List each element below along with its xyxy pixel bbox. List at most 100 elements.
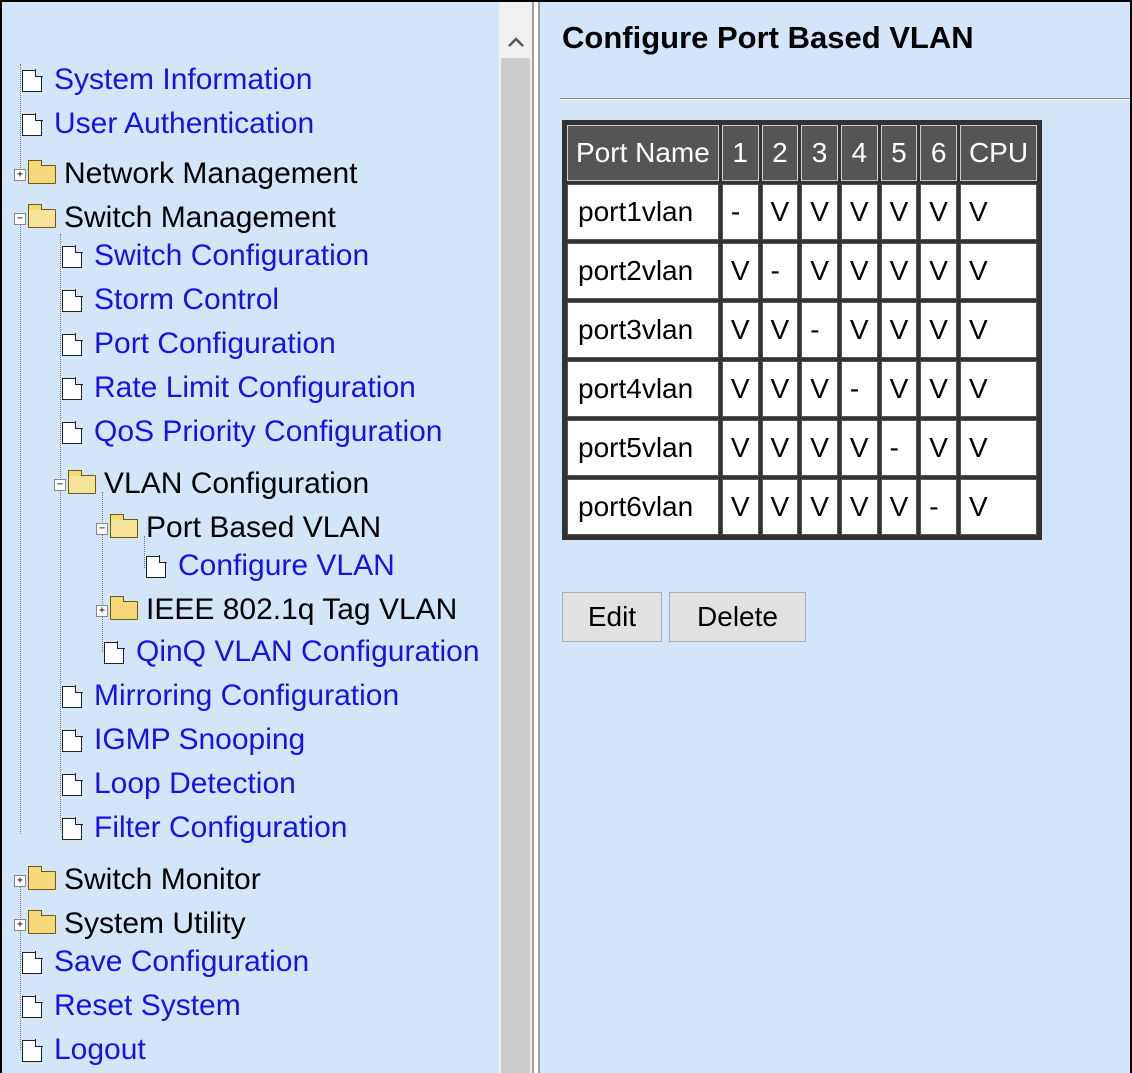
edit-button[interactable]: Edit (562, 592, 662, 642)
tree-item-label[interactable]: IEEE 802.1q Tag VLAN (146, 593, 457, 627)
tree-folder-switch-management[interactable]: Switch Management (26, 198, 336, 238)
tree-item-reset-system[interactable]: Reset System (16, 986, 241, 1026)
page-icon (16, 947, 50, 977)
membership-cell: V (840, 479, 878, 535)
page-icon (56, 725, 90, 755)
column-header: 4 (840, 125, 878, 181)
port-name-cell: port6vlan (567, 479, 719, 535)
tree-item-label[interactable]: QoS Priority Configuration (94, 415, 443, 449)
tree-item-label[interactable]: VLAN Configuration (104, 467, 369, 501)
tree-item-label[interactable]: Reset System (54, 989, 241, 1023)
membership-cell: - (801, 302, 838, 358)
collapse-minus-icon[interactable]: − (14, 213, 26, 225)
tree-item-label[interactable]: Filter Configuration (94, 811, 347, 845)
membership-cell: V (721, 302, 759, 358)
port-name-cell: port2vlan (567, 243, 719, 299)
tree-item-mirroring-configuration[interactable]: Mirroring Configuration (56, 676, 399, 716)
expand-plus-icon[interactable]: + (14, 875, 26, 887)
membership-cell: - (721, 184, 759, 240)
folder-open-icon (26, 203, 60, 233)
tree-item-save-configuration[interactable]: Save Configuration (16, 942, 309, 982)
port-name-cell: port1vlan (567, 184, 719, 240)
tree-item-label[interactable]: Rate Limit Configuration (94, 371, 416, 405)
tree-item-label[interactable]: QinQ VLAN Configuration (136, 635, 480, 669)
tree-folder-switch-monitor[interactable]: Switch Monitor (26, 860, 261, 900)
scrollbar-thumb[interactable] (501, 58, 530, 1073)
tree-item-loop-detection[interactable]: Loop Detection (56, 764, 296, 804)
tree-item-switch-configuration[interactable]: Switch Configuration (56, 236, 369, 276)
folder-open-icon (66, 469, 100, 499)
tree-item-label[interactable]: Port Based VLAN (146, 511, 381, 545)
tree-folder-port-based-vlan[interactable]: Port Based VLAN (108, 508, 381, 548)
membership-cell: V (959, 243, 1038, 299)
tree-item-port-configuration[interactable]: Port Configuration (56, 324, 336, 364)
tree-item-system-information[interactable]: System Information (16, 60, 312, 100)
tree-item-qos-priority-configuration[interactable]: QoS Priority Configuration (56, 412, 443, 452)
frame-divider[interactable] (532, 2, 540, 1073)
tree-item-label[interactable]: IGMP Snooping (94, 723, 305, 757)
tree-item-label[interactable]: Port Configuration (94, 327, 336, 361)
membership-cell: - (840, 361, 878, 417)
membership-cell: V (959, 184, 1038, 240)
membership-cell: V (920, 243, 957, 299)
membership-cell: V (801, 420, 838, 476)
tree-folder-ieee-8021q-tag-vlan[interactable]: IEEE 802.1q Tag VLAN (108, 590, 457, 630)
tree-folder-vlan-configuration[interactable]: VLAN Configuration (66, 464, 369, 504)
expand-plus-icon[interactable]: + (96, 605, 108, 617)
tree-item-rate-limit-configuration[interactable]: Rate Limit Configuration (56, 368, 416, 408)
folder-closed-icon (108, 595, 142, 625)
membership-cell: V (880, 243, 918, 299)
tree-item-label[interactable]: System Utility (64, 907, 246, 941)
tree-folder-system-utility[interactable]: System Utility (26, 904, 246, 944)
port-name-cell: port3vlan (567, 302, 719, 358)
tree-folder-network-management[interactable]: Network Management (26, 154, 357, 194)
tree-item-label[interactable]: Configure VLAN (178, 549, 395, 583)
column-header: 6 (920, 125, 957, 181)
membership-cell: V (761, 184, 799, 240)
membership-cell: V (959, 479, 1038, 535)
tree-item-label[interactable]: User Authentication (54, 107, 314, 141)
page-icon (56, 329, 90, 359)
tree-item-storm-control[interactable]: Storm Control (56, 280, 279, 320)
membership-cell: V (801, 184, 838, 240)
membership-cell: V (761, 420, 799, 476)
delete-button[interactable]: Delete (669, 592, 806, 642)
table-row: port5vlan V V V V - V V (567, 420, 1038, 476)
collapse-minus-icon[interactable]: − (54, 479, 66, 491)
membership-cell: - (920, 479, 957, 535)
expand-plus-icon[interactable]: + (14, 169, 26, 181)
tree-item-label[interactable]: Switch Configuration (94, 239, 369, 273)
tree-item-label[interactable]: System Information (54, 63, 312, 97)
tree-item-logout[interactable]: Logout (16, 1030, 146, 1070)
page-icon (16, 991, 50, 1021)
expand-plus-icon[interactable]: + (14, 919, 26, 931)
tree-item-qinq-vlan-configuration[interactable]: QinQ VLAN Configuration (98, 632, 480, 672)
tree-item-label[interactable]: Network Management (64, 157, 357, 191)
table-row: port3vlan V V - V V V V (567, 302, 1038, 358)
tree-item-configure-vlan[interactable]: Configure VLAN (140, 546, 395, 586)
port-name-cell: port5vlan (567, 420, 719, 476)
page-icon (56, 813, 90, 843)
tree-item-label[interactable]: Loop Detection (94, 767, 296, 801)
membership-cell: V (721, 479, 759, 535)
page-icon (56, 373, 90, 403)
tree-item-label[interactable]: Storm Control (94, 283, 279, 317)
tree-item-filter-configuration[interactable]: Filter Configuration (56, 808, 347, 848)
tree-item-label[interactable]: Save Configuration (54, 945, 309, 979)
table-header-row: Port Name 1 2 3 4 5 6 CPU (567, 125, 1038, 181)
tree-item-label[interactable]: Switch Management (64, 201, 336, 235)
folder-closed-icon (26, 865, 60, 895)
vertical-scrollbar[interactable] (499, 2, 532, 1073)
membership-cell: V (959, 302, 1038, 358)
scroll-up-button[interactable] (499, 2, 532, 58)
tree-item-igmp-snooping[interactable]: IGMP Snooping (56, 720, 305, 760)
collapse-minus-icon[interactable]: − (96, 523, 108, 535)
membership-cell: V (880, 302, 918, 358)
tree-item-label[interactable]: Mirroring Configuration (94, 679, 399, 713)
table-row: port2vlan V - V V V V V (567, 243, 1038, 299)
tree-item-label[interactable]: Switch Monitor (64, 863, 261, 897)
membership-cell: V (880, 184, 918, 240)
tree-item-user-authentication[interactable]: User Authentication (16, 104, 314, 144)
membership-cell: V (801, 479, 838, 535)
tree-item-label[interactable]: Logout (54, 1033, 146, 1067)
